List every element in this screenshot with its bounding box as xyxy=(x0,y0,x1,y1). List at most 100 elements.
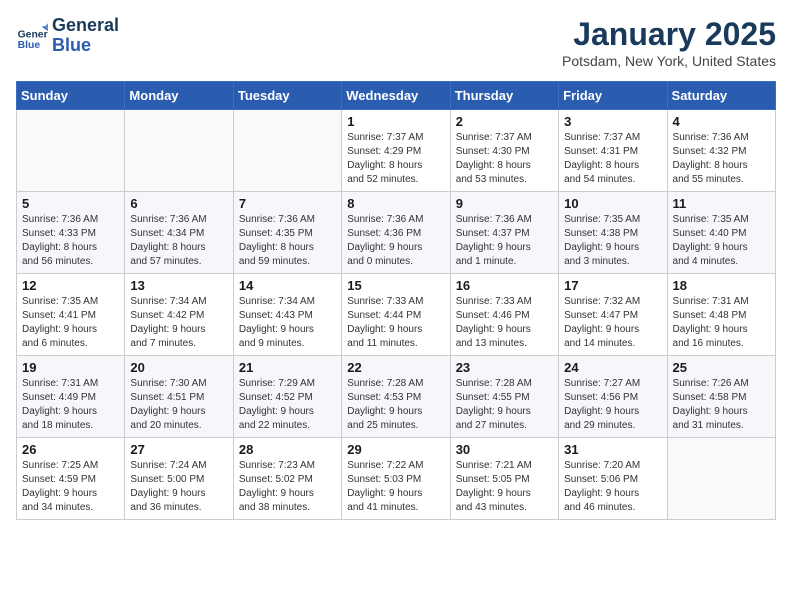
calendar-cell: 4 Sunrise: 7:36 AM Sunset: 4:32 PM Daylig… xyxy=(667,110,775,192)
day-number: 21 xyxy=(239,360,336,375)
calendar-cell: 17Sunrise: 7:32 AM Sunset: 4:47 PM Dayli… xyxy=(559,274,667,356)
calendar-cell: 6 Sunrise: 7:36 AM Sunset: 4:34 PM Daylig… xyxy=(125,192,233,274)
weekday-friday: Friday xyxy=(559,82,667,110)
day-number: 12 xyxy=(22,278,119,293)
day-info: Sunrise: 7:33 AM Sunset: 4:46 PM Dayligh… xyxy=(456,295,553,351)
calendar-cell xyxy=(125,110,233,192)
calendar-cell: 23 Sunrise: 7:28 AM Sunset: 4:55 PM Dayli… xyxy=(450,356,558,438)
weekday-sunday: Sunday xyxy=(17,82,125,110)
day-number: 30 xyxy=(456,442,553,457)
calendar-cell xyxy=(667,438,775,520)
calendar-cell: 28Sunrise: 7:23 AM Sunset: 5:02 PM Dayli… xyxy=(233,438,341,520)
day-info: Sunrise: 7:36 AM Sunset: 4:37 PM Dayligh… xyxy=(456,213,553,269)
calendar-cell: 25Sunrise: 7:26 AM Sunset: 4:58 PM Dayli… xyxy=(667,356,775,438)
calendar-cell: 11 Sunrise: 7:35 AM Sunset: 4:40 PM Dayli… xyxy=(667,192,775,274)
calendar-cell: 21 Sunrise: 7:29 AM Sunset: 4:52 PM Dayli… xyxy=(233,356,341,438)
day-info: Sunrise: 7:27 AM Sunset: 4:56 PM Dayligh… xyxy=(564,377,661,433)
day-info: Sunrise: 7:35 AM Sunset: 4:38 PM Dayligh… xyxy=(564,213,661,269)
day-info: Sunrise: 7:20 AM Sunset: 5:06 PM Dayligh… xyxy=(564,459,661,515)
day-info: Sunrise: 7:25 AM Sunset: 4:59 PM Dayligh… xyxy=(22,459,119,515)
day-number: 6 xyxy=(130,196,227,211)
day-number: 23 xyxy=(456,360,553,375)
calendar-cell: 5 Sunrise: 7:36 AM Sunset: 4:33 PM Daylig… xyxy=(17,192,125,274)
day-number: 26 xyxy=(22,442,119,457)
calendar-cell: 9 Sunrise: 7:36 AM Sunset: 4:37 PM Daylig… xyxy=(450,192,558,274)
day-info: Sunrise: 7:35 AM Sunset: 4:40 PM Dayligh… xyxy=(673,213,770,269)
weekday-tuesday: Tuesday xyxy=(233,82,341,110)
day-number: 7 xyxy=(239,196,336,211)
day-info: Sunrise: 7:37 AM Sunset: 4:31 PM Dayligh… xyxy=(564,131,661,187)
day-number: 13 xyxy=(130,278,227,293)
page-header: General Blue General Blue January 2025 P… xyxy=(16,16,776,69)
svg-text:Blue: Blue xyxy=(18,40,41,51)
calendar-cell: 10 Sunrise: 7:35 AM Sunset: 4:38 PM Dayli… xyxy=(559,192,667,274)
calendar-cell xyxy=(17,110,125,192)
logo-text: General Blue xyxy=(52,16,119,56)
day-number: 16 xyxy=(456,278,553,293)
calendar-cell: 27 Sunrise: 7:24 AM Sunset: 5:00 PM Dayli… xyxy=(125,438,233,520)
calendar-cell: 24 Sunrise: 7:27 AM Sunset: 4:56 PM Dayli… xyxy=(559,356,667,438)
calendar-table: SundayMondayTuesdayWednesdayThursdayFrid… xyxy=(16,81,776,520)
calendar-cell: 16 Sunrise: 7:33 AM Sunset: 4:46 PM Dayli… xyxy=(450,274,558,356)
day-number: 19 xyxy=(22,360,119,375)
day-info: Sunrise: 7:22 AM Sunset: 5:03 PM Dayligh… xyxy=(347,459,444,515)
day-number: 28 xyxy=(239,442,336,457)
day-info: Sunrise: 7:34 AM Sunset: 4:43 PM Dayligh… xyxy=(239,295,336,351)
day-number: 5 xyxy=(22,196,119,211)
day-number: 1 xyxy=(347,114,444,129)
logo-icon: General Blue xyxy=(16,20,48,52)
week-row-0: 1 Sunrise: 7:37 AM Sunset: 4:29 PM Daylig… xyxy=(17,110,776,192)
day-info: Sunrise: 7:36 AM Sunset: 4:35 PM Dayligh… xyxy=(239,213,336,269)
day-info: Sunrise: 7:36 AM Sunset: 4:32 PM Dayligh… xyxy=(673,131,770,187)
calendar-cell: 31Sunrise: 7:20 AM Sunset: 5:06 PM Dayli… xyxy=(559,438,667,520)
day-info: Sunrise: 7:30 AM Sunset: 4:51 PM Dayligh… xyxy=(130,377,227,433)
day-number: 27 xyxy=(130,442,227,457)
day-info: Sunrise: 7:24 AM Sunset: 5:00 PM Dayligh… xyxy=(130,459,227,515)
calendar-cell: 7 Sunrise: 7:36 AM Sunset: 4:35 PM Daylig… xyxy=(233,192,341,274)
day-info: Sunrise: 7:29 AM Sunset: 4:52 PM Dayligh… xyxy=(239,377,336,433)
calendar-cell: 13Sunrise: 7:34 AM Sunset: 4:42 PM Dayli… xyxy=(125,274,233,356)
calendar-cell: 26 Sunrise: 7:25 AM Sunset: 4:59 PM Dayli… xyxy=(17,438,125,520)
week-row-4: 26 Sunrise: 7:25 AM Sunset: 4:59 PM Dayli… xyxy=(17,438,776,520)
calendar-cell: 2Sunrise: 7:37 AM Sunset: 4:30 PM Daylig… xyxy=(450,110,558,192)
day-info: Sunrise: 7:28 AM Sunset: 4:53 PM Dayligh… xyxy=(347,377,444,433)
day-number: 18 xyxy=(673,278,770,293)
weekday-saturday: Saturday xyxy=(667,82,775,110)
day-info: Sunrise: 7:26 AM Sunset: 4:58 PM Dayligh… xyxy=(673,377,770,433)
day-number: 11 xyxy=(673,196,770,211)
day-info: Sunrise: 7:36 AM Sunset: 4:34 PM Dayligh… xyxy=(130,213,227,269)
week-row-2: 12Sunrise: 7:35 AM Sunset: 4:41 PM Dayli… xyxy=(17,274,776,356)
day-number: 3 xyxy=(564,114,661,129)
day-number: 15 xyxy=(347,278,444,293)
day-info: Sunrise: 7:36 AM Sunset: 4:33 PM Dayligh… xyxy=(22,213,119,269)
day-number: 4 xyxy=(673,114,770,129)
day-info: Sunrise: 7:37 AM Sunset: 4:30 PM Dayligh… xyxy=(456,131,553,187)
day-info: Sunrise: 7:37 AM Sunset: 4:29 PM Dayligh… xyxy=(347,131,444,187)
calendar-cell: 22 Sunrise: 7:28 AM Sunset: 4:53 PM Dayli… xyxy=(342,356,450,438)
calendar-cell: 29Sunrise: 7:22 AM Sunset: 5:03 PM Dayli… xyxy=(342,438,450,520)
calendar-cell: 15 Sunrise: 7:33 AM Sunset: 4:44 PM Dayli… xyxy=(342,274,450,356)
day-number: 14 xyxy=(239,278,336,293)
day-number: 22 xyxy=(347,360,444,375)
title-block: January 2025 Potsdam, New York, United S… xyxy=(562,16,776,69)
svg-text:General: General xyxy=(18,29,48,40)
day-number: 24 xyxy=(564,360,661,375)
location: Potsdam, New York, United States xyxy=(562,53,776,69)
day-info: Sunrise: 7:36 AM Sunset: 4:36 PM Dayligh… xyxy=(347,213,444,269)
week-row-1: 5 Sunrise: 7:36 AM Sunset: 4:33 PM Daylig… xyxy=(17,192,776,274)
logo: General Blue General Blue xyxy=(16,16,119,56)
day-number: 8 xyxy=(347,196,444,211)
calendar-cell: 1 Sunrise: 7:37 AM Sunset: 4:29 PM Daylig… xyxy=(342,110,450,192)
weekday-header-row: SundayMondayTuesdayWednesdayThursdayFrid… xyxy=(17,82,776,110)
day-number: 10 xyxy=(564,196,661,211)
calendar-cell: 3 Sunrise: 7:37 AM Sunset: 4:31 PM Daylig… xyxy=(559,110,667,192)
day-number: 9 xyxy=(456,196,553,211)
day-info: Sunrise: 7:33 AM Sunset: 4:44 PM Dayligh… xyxy=(347,295,444,351)
day-info: Sunrise: 7:31 AM Sunset: 4:49 PM Dayligh… xyxy=(22,377,119,433)
calendar-cell: 30Sunrise: 7:21 AM Sunset: 5:05 PM Dayli… xyxy=(450,438,558,520)
month-title: January 2025 xyxy=(562,16,776,53)
calendar-cell: 18Sunrise: 7:31 AM Sunset: 4:48 PM Dayli… xyxy=(667,274,775,356)
day-info: Sunrise: 7:28 AM Sunset: 4:55 PM Dayligh… xyxy=(456,377,553,433)
week-row-3: 19 Sunrise: 7:31 AM Sunset: 4:49 PM Dayli… xyxy=(17,356,776,438)
calendar-cell: 8 Sunrise: 7:36 AM Sunset: 4:36 PM Daylig… xyxy=(342,192,450,274)
